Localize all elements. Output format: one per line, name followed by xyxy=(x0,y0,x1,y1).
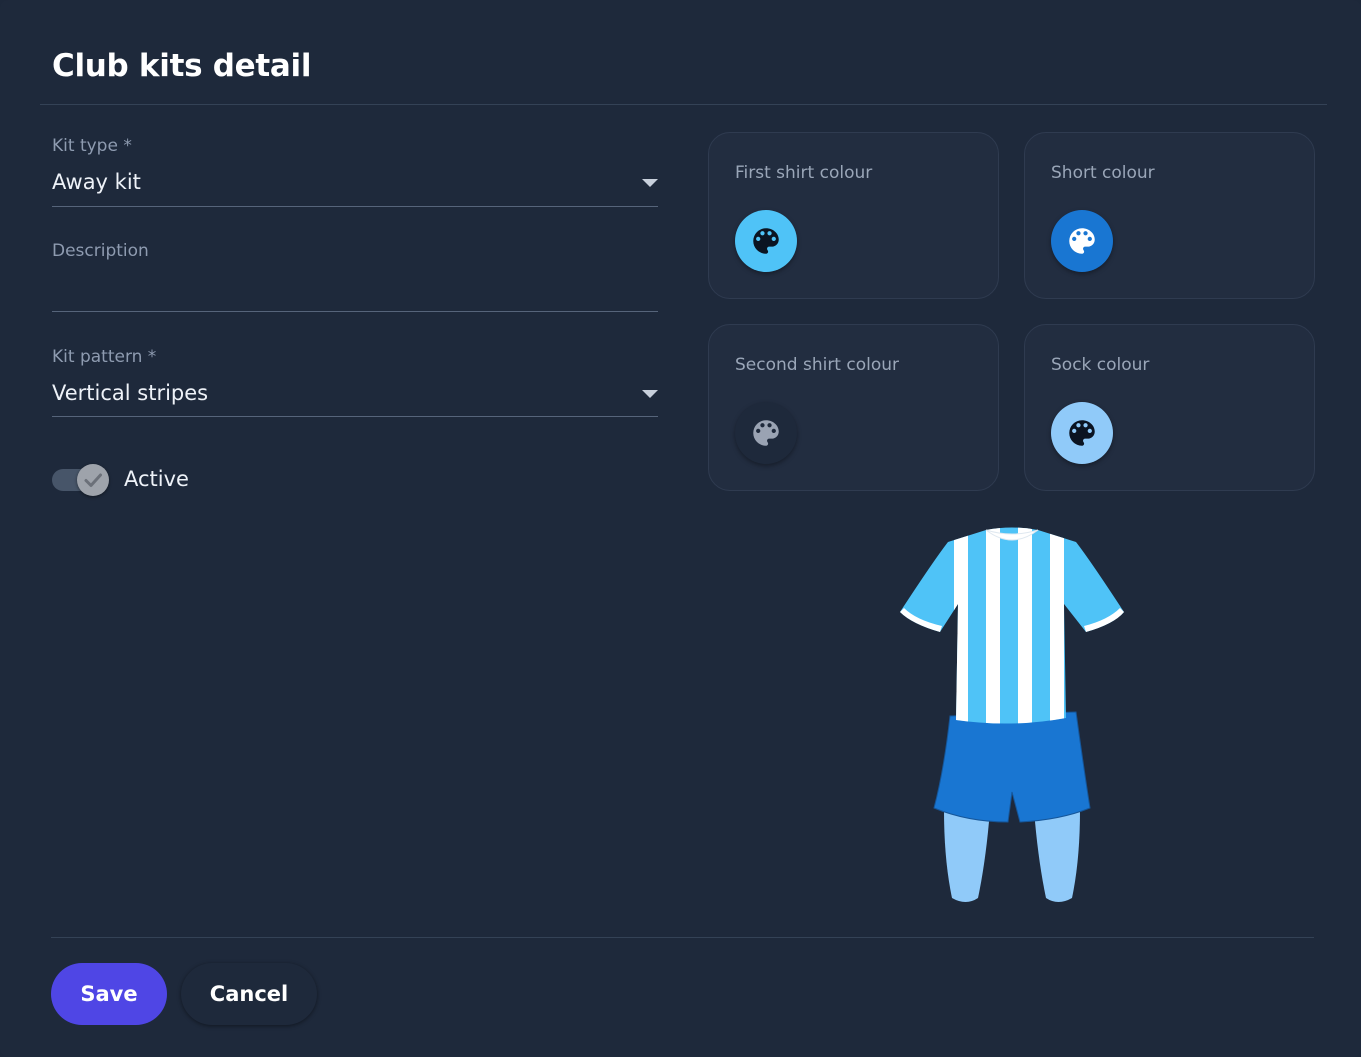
second-shirt-colour-label: Second shirt colour xyxy=(735,355,900,375)
first-shirt-colour-card: First shirt colour xyxy=(708,132,999,299)
kit-preview xyxy=(900,527,1124,902)
shirt xyxy=(900,527,1124,724)
kit-pattern-label: Kit pattern * xyxy=(52,347,157,367)
palette-icon xyxy=(1069,420,1095,446)
second-shirt-colour-card: Second shirt colour xyxy=(708,324,999,491)
left-sock xyxy=(944,810,990,902)
toggle-thumb[interactable] xyxy=(77,464,109,496)
save-button[interactable]: Save xyxy=(51,963,167,1025)
palette-icon xyxy=(753,228,779,254)
short-colour-card: Short colour xyxy=(1024,132,1315,299)
description-underline xyxy=(52,311,658,312)
chevron-down-icon[interactable] xyxy=(642,390,658,398)
shorts xyxy=(933,711,1091,823)
kit-type-select[interactable]: Kit type * Away kit xyxy=(52,136,658,207)
chevron-down-icon[interactable] xyxy=(642,179,658,187)
kit-type-value: Away kit xyxy=(52,170,141,194)
kit-pattern-underline xyxy=(52,416,658,417)
short-colour-picker[interactable] xyxy=(1051,210,1113,272)
kit-type-underline xyxy=(52,206,658,207)
sock-colour-picker[interactable] xyxy=(1051,402,1113,464)
description-label: Description xyxy=(52,241,149,261)
dialog-title: Club kits detail xyxy=(52,48,312,84)
kit-pattern-value: Vertical stripes xyxy=(52,381,209,405)
active-label: Active xyxy=(124,467,189,491)
second-shirt-colour-picker[interactable] xyxy=(735,402,797,464)
first-shirt-colour-label: First shirt colour xyxy=(735,163,873,183)
check-icon xyxy=(84,473,102,487)
sock-colour-label: Sock colour xyxy=(1051,355,1150,375)
header-divider xyxy=(40,104,1327,105)
short-colour-label: Short colour xyxy=(1051,163,1155,183)
footer-divider xyxy=(51,937,1314,938)
description-input[interactable]: Description xyxy=(52,241,658,312)
active-toggle[interactable]: Active xyxy=(52,462,252,496)
kit-pattern-select[interactable]: Kit pattern * Vertical stripes xyxy=(52,347,658,417)
palette-icon xyxy=(753,420,779,446)
kit-detail-dialog: Club kits detail Kit type * Away kit Des… xyxy=(0,0,1361,1057)
kit-type-label: Kit type * xyxy=(52,136,132,156)
cancel-button[interactable]: Cancel xyxy=(181,963,317,1025)
first-shirt-colour-picker[interactable] xyxy=(735,210,797,272)
right-sock xyxy=(1034,810,1080,902)
sock-colour-card: Sock colour xyxy=(1024,324,1315,491)
palette-icon xyxy=(1069,228,1095,254)
